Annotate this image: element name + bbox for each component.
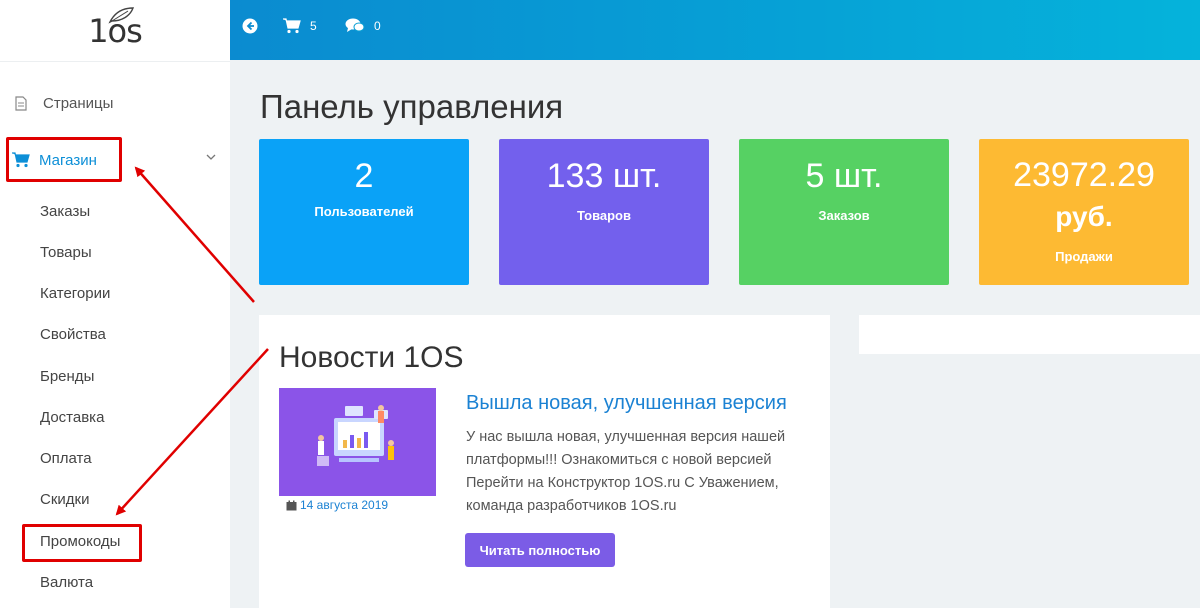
stat-value: 23972.29 — [1013, 156, 1155, 194]
stat-products[interactable]: 133 шт. Товаров — [499, 139, 709, 285]
stat-caption: Пользователей — [314, 204, 414, 219]
stat-value: 5 шт. — [805, 157, 883, 195]
news-date: 14 августа 2019 — [286, 498, 388, 512]
sidebar-subitem-properties[interactable]: Свойства — [40, 326, 106, 343]
article-body: У нас вышла новая, улучшенная версия наш… — [466, 429, 786, 514]
logo[interactable]: 1os — [0, 0, 230, 62]
illustration-icon — [317, 405, 394, 466]
page-title: Панель управления — [260, 88, 564, 125]
chevron-down-icon — [206, 154, 216, 160]
sidebar-subitem-brands[interactable]: Бренды — [40, 368, 94, 385]
sidebar-item-label: Страницы — [43, 94, 114, 112]
stat-value: 133 шт. — [546, 157, 662, 195]
sidebar-subitem-delivery[interactable]: Доставка — [40, 409, 104, 426]
stat-unit: руб. — [1055, 201, 1113, 232]
messages-count: 0 — [374, 19, 381, 33]
cart-button[interactable]: 5 — [283, 18, 317, 34]
stat-caption: Заказов — [818, 208, 870, 223]
sidebar-subitem-payment[interactable]: Оплата — [40, 450, 92, 467]
leaf-icon — [108, 7, 134, 24]
cart-count: 5 — [310, 19, 317, 33]
messages-button[interactable]: 0 — [345, 18, 381, 34]
news-date-text: 14 августа 2019 — [300, 498, 389, 512]
stat-caption: Товаров — [577, 208, 631, 223]
back-button[interactable] — [242, 18, 258, 34]
calendar-icon — [286, 500, 297, 510]
topbar: 5 0 — [230, 0, 1200, 60]
stat-value: 2 — [354, 157, 374, 195]
stat-sales[interactable]: 23972.29 руб. Продажи — [979, 139, 1189, 285]
comments-icon — [345, 18, 365, 32]
sidebar-subitem-discounts[interactable]: Скидки — [40, 491, 89, 508]
highlight-box-promocodes — [22, 524, 142, 562]
sidebar-subitem-currency[interactable]: Валюта — [40, 574, 93, 591]
stat-orders[interactable]: 5 шт. Заказов — [739, 139, 949, 285]
cart-icon — [283, 18, 301, 34]
news-card: Новости 1OS 14 августа 2019 Вышла новая,… — [259, 315, 830, 608]
arrow-left-circle-icon — [242, 18, 258, 34]
sidebar-item-pages[interactable]: Страницы — [0, 85, 230, 121]
highlight-box-shop — [6, 137, 122, 182]
side-card — [859, 315, 1200, 354]
sidebar-subitem-categories[interactable]: Категории — [40, 285, 110, 302]
news-thumbnail[interactable] — [279, 388, 436, 496]
sidebar-subitem-orders[interactable]: Заказы — [40, 203, 90, 220]
article-title[interactable]: Вышла новая, улучшенная версия — [466, 392, 787, 415]
file-icon — [12, 94, 30, 112]
sidebar-subitem-products[interactable]: Товары — [40, 244, 92, 261]
sidebar: 1os Страницы Магазин Заказы Товары Катег… — [0, 0, 230, 608]
stat-users[interactable]: 2 Пользователей — [259, 139, 469, 285]
news-title: Новости 1OS — [279, 341, 464, 374]
read-more-button[interactable]: Читать полностью — [465, 533, 615, 567]
stat-caption: Продажи — [1055, 249, 1113, 264]
